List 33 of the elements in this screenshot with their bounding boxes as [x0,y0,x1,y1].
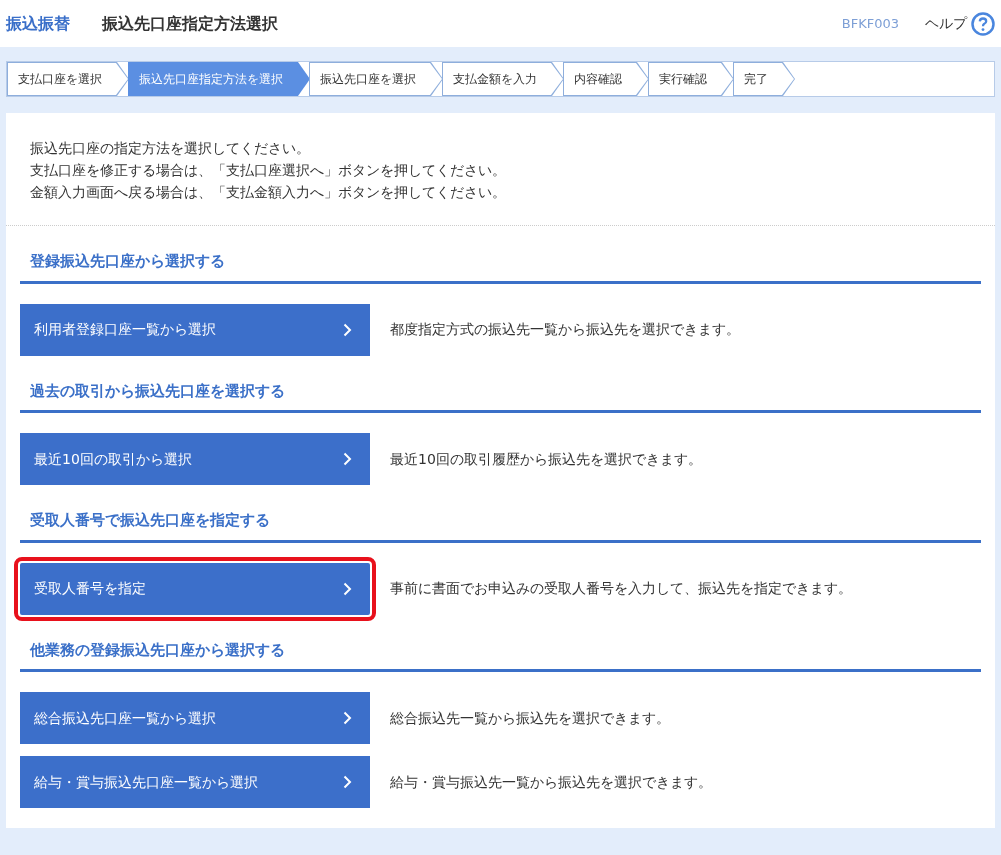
chevron-right-icon [343,581,352,596]
section-heading: 登録振込先口座から選択する [20,250,981,284]
option-button[interactable]: 給与・賞与振込先口座一覧から選択 [20,756,370,808]
option-description: 最近10回の取引履歴から振込先を選択できます。 [390,449,702,469]
page-title: 振込先口座指定方法選択 [102,12,278,35]
option-description: 給与・賞与振込先一覧から振込先を選択できます。 [390,772,712,792]
progress-step: 振込先口座を選択 [309,62,443,96]
chevron-right-icon [343,711,352,725]
chevron-right-icon [343,452,352,466]
progress-step: 支払金額を入力 [442,62,564,96]
option-description: 総合振込先一覧から振込先を選択できます。 [390,708,670,728]
progress-step: 内容確認 [563,62,649,96]
help-link[interactable]: ヘルプ [925,13,967,34]
help-icon[interactable] [971,11,995,36]
section-heading: 受取人番号で振込先口座を指定する [20,509,981,543]
instruction-text: 金額入力画面へ戻る場合は、「支払金額入力へ」ボタンを押してください。 [30,183,507,202]
option-button[interactable]: 最近10回の取引から選択 [20,433,370,485]
option-description: 事前に書面でお申込みの受取人番号を入力して、振込先を指定できます。 [390,579,852,598]
option-button[interactable]: 利用者登録口座一覧から選択 [20,303,370,356]
screen-id: BFKF003 [841,14,899,33]
section-heading: 過去の取引から振込先口座を選択する [20,379,981,413]
category-title: 振込振替 [6,12,70,35]
chevron-right-icon [343,322,352,337]
progress-step: 振込先口座指定方法を選択 [128,62,310,96]
option-description: 都度指定方式の振込先一覧から振込先を選択できます。 [390,320,740,339]
chevron-right-icon [343,775,352,789]
progress-step: 完了 [733,62,795,96]
instruction-text: 振込先口座の指定方法を選択してください。 [30,139,311,158]
instruction-text: 支払口座を修正する場合は、「支払口座選択へ」ボタンを押してください。 [30,161,507,180]
option-button[interactable]: 総合振込先口座一覧から選択 [20,692,370,744]
section-heading: 他業務の登録振込先口座から選択する [20,638,981,672]
progress-step: 実行確認 [648,62,734,96]
progress-step: 支払口座を選択 [7,62,129,96]
